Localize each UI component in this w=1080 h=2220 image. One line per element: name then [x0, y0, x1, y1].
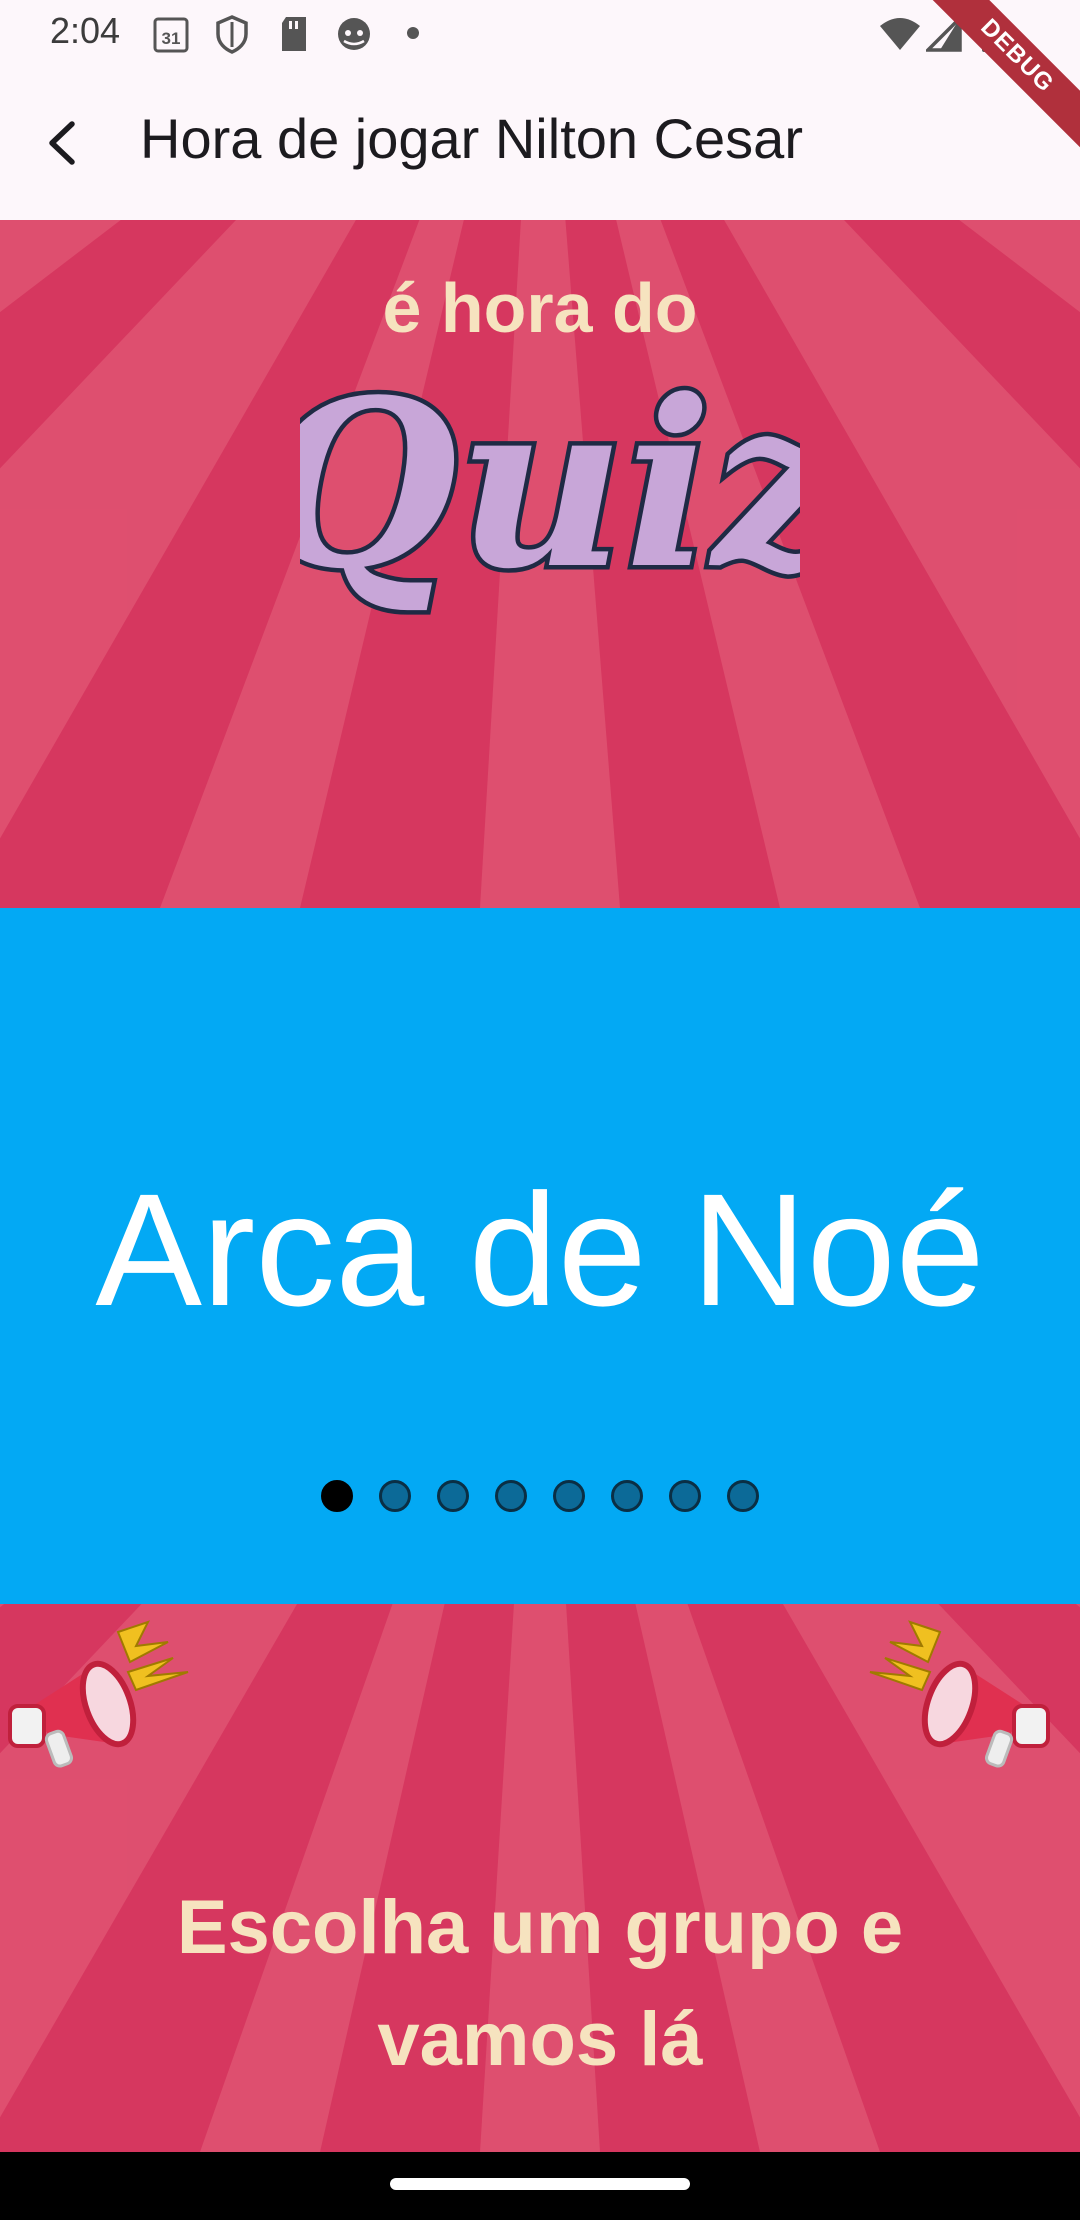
back-button[interactable]: [38, 110, 88, 176]
group-name[interactable]: Arca de Noé: [0, 1158, 1080, 1342]
group-carousel[interactable]: Arca de Noé: [0, 908, 1080, 1604]
navigation-bar: [0, 2152, 1080, 2220]
page-dot-2[interactable]: [379, 1480, 411, 1512]
calendar-icon: 31: [152, 14, 192, 59]
quiz-subtitle: é hora do: [382, 269, 698, 347]
home-handle[interactable]: [390, 2178, 690, 2190]
cta-line-1: Escolha um grupo e: [176, 1885, 904, 1970]
cta-banner: Escolha um grupo e vamos lá: [0, 1604, 1080, 2152]
quiz-header-banner: é hora do Quiz: [0, 220, 1080, 908]
wifi-icon: [878, 14, 922, 59]
shield-icon: [214, 14, 250, 59]
notification-dot-icon: [406, 26, 420, 45]
cta-line-2: vamos lá: [377, 1997, 703, 2082]
page-dot-1[interactable]: [321, 1480, 353, 1512]
page-dot-4[interactable]: [495, 1480, 527, 1512]
page-dot-3[interactable]: [437, 1480, 469, 1512]
page-dot-5[interactable]: [553, 1480, 585, 1512]
page-dot-6[interactable]: [611, 1480, 643, 1512]
app-bar: Hora de jogar Nilton Cesar: [0, 66, 1080, 220]
android-face-icon: [334, 14, 374, 59]
page-dot-7[interactable]: [669, 1480, 701, 1512]
status-time: 2:04: [50, 10, 121, 51]
calendar-day-text: 31: [162, 29, 181, 48]
status-bar: 2:04 31 DEBUG: [0, 0, 1080, 159]
chevron-left-icon: [38, 121, 88, 180]
quiz-logo-text: Quiz: [300, 350, 800, 620]
page-indicator: [0, 1480, 1080, 1512]
page-title: Hora de jogar Nilton Cesar: [140, 107, 803, 170]
page-dot-8[interactable]: [727, 1480, 759, 1512]
sd-card-icon: [278, 14, 310, 59]
cta-text: Escolha um grupo e vamos lá: [0, 1872, 1080, 2096]
